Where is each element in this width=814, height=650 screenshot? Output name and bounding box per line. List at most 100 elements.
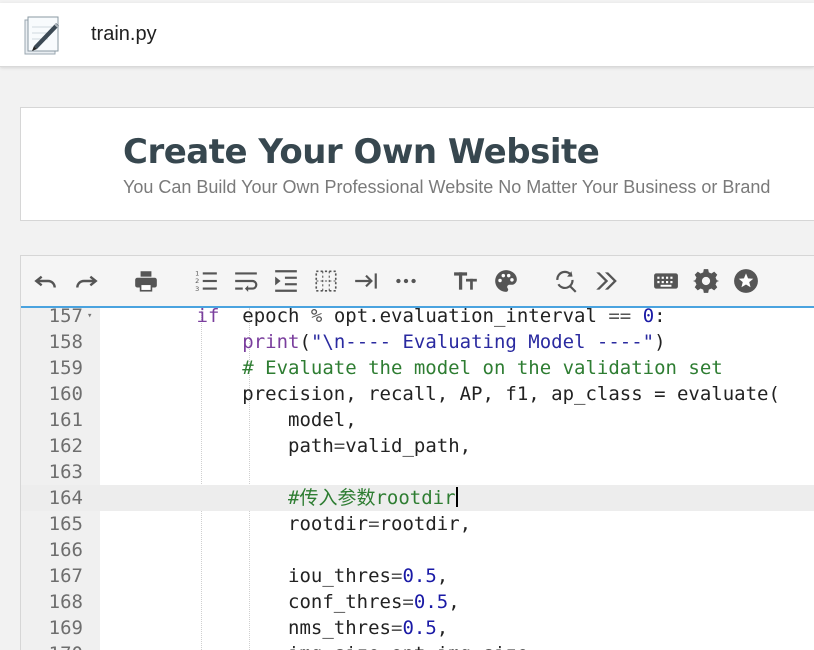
code-token: path	[288, 435, 334, 457]
code-token: precision, recall, AP, f1, ap_class = ev…	[242, 383, 780, 405]
code-token: =	[402, 591, 414, 613]
code-token: 0.5	[402, 617, 437, 639]
code-token: =	[380, 643, 391, 650]
keyboard-icon[interactable]	[653, 268, 679, 294]
code-token: opt.evaluation_interval	[322, 308, 609, 327]
code-line[interactable]: 158 print("\n---- Evaluating Model ----"…	[21, 329, 814, 355]
line-number: 157	[48, 308, 83, 327]
code-token: ,	[436, 617, 449, 639]
code-token: =	[333, 435, 346, 457]
code-token: # Evaluate the model on the validation s…	[242, 357, 723, 379]
code-area[interactable]: 157 ▾ if epoch % opt.evaluation_interval …	[21, 308, 814, 650]
find-replace-icon[interactable]	[553, 268, 579, 294]
text-size-icon[interactable]	[453, 268, 479, 294]
code-token: model,	[288, 409, 357, 431]
code-text[interactable]: #传入参数rootdir	[105, 485, 458, 511]
code-token: 0.5	[413, 591, 449, 613]
code-token: =	[390, 565, 403, 587]
line-number: 165	[48, 513, 83, 535]
line-number: 164	[48, 487, 83, 509]
code-token: #传入参数rootdir	[288, 487, 456, 509]
code-line[interactable]: 157 ▾ if epoch % opt.evaluation_interval …	[21, 308, 814, 329]
file-name[interactable]: train.py	[91, 23, 157, 46]
line-number: 163	[48, 461, 83, 483]
code-line[interactable]: 159 # Evaluate the model on the validati…	[21, 355, 814, 381]
code-line[interactable]: 168 conf_thres=0.5,	[21, 589, 814, 615]
code-text[interactable]: model,	[105, 407, 357, 433]
gear-icon[interactable]	[693, 268, 719, 294]
code-text[interactable]: conf_thres=0.5,	[105, 589, 460, 615]
fold-toggle-icon[interactable]: ▾	[87, 308, 92, 329]
run-icon[interactable]	[593, 268, 619, 294]
code-line[interactable]: 162 path=valid_path,	[21, 433, 814, 459]
star-icon[interactable]	[733, 268, 759, 294]
code-text[interactable]: rootdir=rootdir,	[105, 511, 471, 537]
code-token: :	[654, 308, 666, 327]
code-text[interactable]: img_size=opt.img_size,	[105, 641, 540, 650]
undo-icon[interactable]	[33, 268, 59, 294]
code-token: epoch	[219, 308, 311, 327]
code-token: ,	[436, 565, 449, 587]
code-token: opt.img_size,	[391, 643, 540, 650]
line-number: 167	[48, 565, 83, 587]
tab-arrow-icon[interactable]	[353, 268, 379, 294]
code-token: iou_thres	[288, 565, 391, 587]
code-token: rootdir,	[379, 513, 472, 535]
code-token: =	[368, 513, 380, 535]
line-number: 162	[48, 435, 83, 457]
page: train.py Create Your Own Website You Can…	[0, 0, 814, 650]
code-token: 0	[631, 308, 655, 327]
print-icon[interactable]	[133, 268, 159, 294]
code-line[interactable]: 163	[21, 459, 814, 485]
file-header: train.py	[0, 3, 814, 67]
code-token: ==	[608, 308, 632, 327]
code-token: if	[196, 308, 220, 327]
code-token: ,	[448, 591, 460, 613]
text-cursor	[455, 487, 458, 507]
code-token: nms_thres	[288, 617, 391, 639]
line-number: 159	[48, 357, 83, 379]
line-number: 169	[48, 617, 83, 639]
redo-icon[interactable]	[73, 268, 99, 294]
code-line[interactable]: 165 rootdir=rootdir,	[21, 511, 814, 537]
pen-on-paper-icon[interactable]	[22, 15, 62, 57]
code-line[interactable]: 164 #传入参数rootdir	[21, 485, 814, 511]
line-number: 161	[48, 409, 83, 431]
code-token: 0.5	[402, 565, 437, 587]
indent-icon[interactable]	[273, 268, 299, 294]
banner-subtitle: You Can Build Your Own Professional Webs…	[123, 177, 771, 197]
selection-grid-icon[interactable]	[313, 268, 339, 294]
code-editor: 123 157 ▾ if epoch % opt.evaluation_inte…	[20, 255, 814, 650]
code-token: rootdir	[288, 513, 369, 535]
code-token: print	[242, 331, 300, 353]
code-line[interactable]: 170 img_size=opt.img_size,	[21, 641, 814, 650]
code-token: conf_thres	[288, 591, 403, 613]
code-line[interactable]: 167 iou_thres=0.5,	[21, 563, 814, 589]
code-text[interactable]: # Evaluate the model on the validation s…	[105, 355, 723, 381]
code-text[interactable]: nms_thres=0.5,	[105, 615, 448, 641]
more-icon[interactable]	[393, 268, 419, 294]
code-line[interactable]: 166	[21, 537, 814, 563]
svg-text:3: 3	[195, 285, 199, 293]
line-number: 166	[48, 539, 83, 561]
code-text[interactable]: iou_thres=0.5,	[105, 563, 448, 589]
code-text[interactable]: path=valid_path,	[105, 433, 471, 459]
line-number: 170	[21, 641, 83, 650]
numbered-list-icon[interactable]: 123	[193, 268, 219, 294]
palette-icon[interactable]	[493, 268, 519, 294]
code-text[interactable]: print("\n---- Evaluating Model ----")	[105, 329, 666, 355]
code-line[interactable]: 160 precision, recall, AP, f1, ap_class …	[21, 381, 814, 407]
code-text[interactable]: if epoch % opt.evaluation_interval == 0:	[105, 308, 666, 329]
wrap-lines-icon[interactable]	[233, 268, 259, 294]
code-line[interactable]: 161 model,	[21, 407, 814, 433]
editor-toolbar: 123	[21, 256, 814, 308]
code-token: valid_path,	[345, 435, 472, 457]
code-token: (	[299, 331, 311, 353]
code-token: "\n---- Evaluating Model ----"	[310, 331, 655, 353]
code-text[interactable]: precision, recall, AP, f1, ap_class = ev…	[105, 381, 780, 407]
code-token: )	[654, 331, 666, 353]
code-token: =	[390, 617, 403, 639]
code-line[interactable]: 169 nms_thres=0.5,	[21, 615, 814, 641]
ad-banner[interactable]: Create Your Own Website You Can Build Yo…	[20, 107, 814, 221]
line-number: 158	[48, 331, 83, 353]
